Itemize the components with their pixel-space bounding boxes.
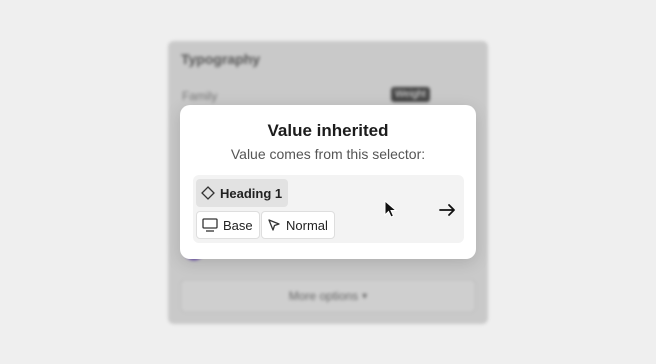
- chevron-down-icon: ▾: [362, 290, 368, 302]
- selector-base-label: Base: [223, 217, 253, 233]
- arrow-right-icon: [439, 204, 455, 216]
- pointer-state-icon: [268, 219, 280, 231]
- diamond-icon: [201, 186, 215, 200]
- weight-badge: Weight: [391, 87, 430, 102]
- go-to-selector-button[interactable]: [437, 199, 459, 221]
- more-options-label: More options: [288, 289, 359, 303]
- popover-subtitle: Value comes from this selector:: [230, 146, 426, 162]
- stage: Typography Family Weight More options ▾ …: [0, 0, 656, 364]
- selector-source[interactable]: Heading 1 Base Normal: [193, 175, 464, 243]
- selector-heading-label: Heading 1: [220, 185, 283, 201]
- selector-chip-normal[interactable]: Normal: [261, 211, 335, 239]
- selector-chip-base[interactable]: Base: [196, 211, 260, 239]
- family-label: Family: [182, 89, 218, 103]
- selector-normal-label: Normal: [286, 217, 328, 233]
- value-inherited-popover: Value inherited Value comes from this se…: [180, 105, 476, 259]
- more-options-button[interactable]: More options ▾: [180, 279, 476, 313]
- panel-title: Typography: [181, 51, 261, 67]
- mouse-cursor-icon: [384, 200, 398, 218]
- monitor-icon: [202, 218, 218, 232]
- selector-chip-heading[interactable]: Heading 1: [196, 179, 289, 207]
- popover-title: Value inherited: [267, 121, 389, 140]
